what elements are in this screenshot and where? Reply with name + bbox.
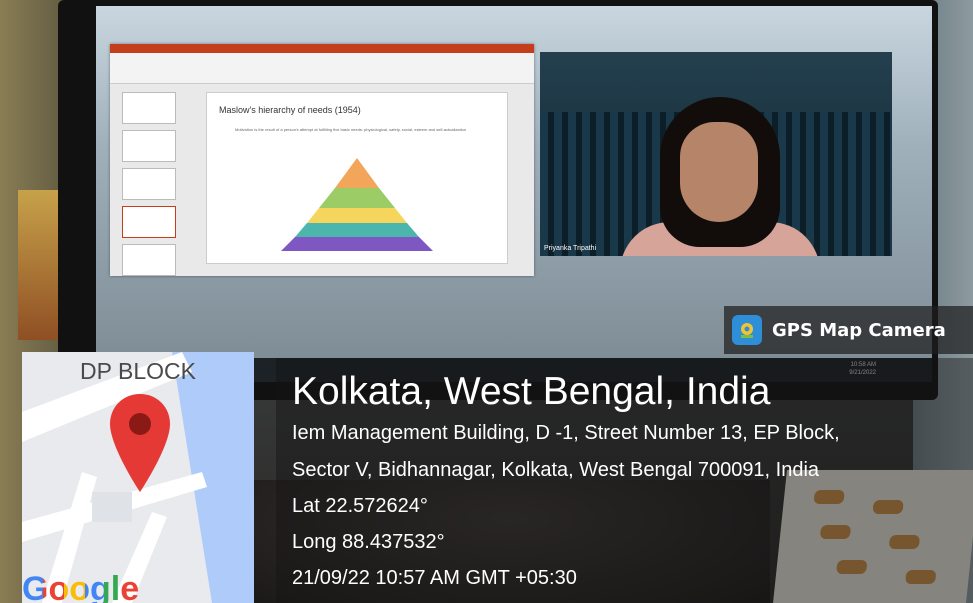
gps-badge-label: GPS Map Camera <box>772 319 946 341</box>
slide-canvas: Maslow's hierarchy of needs (1954) Motiv… <box>206 92 508 264</box>
maslow-pyramid <box>281 158 433 251</box>
presentation-ribbon <box>110 53 534 84</box>
address-line-2: Sector V, Bidhannagar, Kolkata, West Ben… <box>292 459 820 481</box>
map-thumbnail: DP BLOCK Google <box>22 352 254 603</box>
google-logo-text: Google <box>22 570 139 603</box>
map-pin-icon <box>110 394 170 492</box>
gps-camera-logo-icon <box>732 315 762 345</box>
video-call-window: Priyanka Tripathi <box>540 52 892 256</box>
map-area-label: DP BLOCK <box>80 358 196 384</box>
gps-map-camera-badge: GPS Map Camera <box>724 306 973 354</box>
slide-thumbnail <box>122 244 176 276</box>
location-city: Kolkata, West Bengal, India <box>292 370 771 413</box>
slide-bullet: Motivation is the result of a person's a… <box>235 127 467 132</box>
slide-thumbnail <box>122 130 176 162</box>
presentation-window: Maslow's hierarchy of needs (1954) Motiv… <box>110 44 534 276</box>
google-logo: Google <box>22 570 139 603</box>
slide-heading: Maslow's hierarchy of needs (1954) <box>219 105 361 115</box>
timestamp: 21/09/22 10:57 AM GMT +05:30 <box>292 567 577 589</box>
longitude: Long 88.437532° <box>292 531 445 553</box>
slide-thumbnails <box>114 86 180 276</box>
slide-thumbnail <box>122 92 176 124</box>
participant-name: Priyanka Tripathi <box>544 245 597 252</box>
slide-thumbnail-selected <box>122 206 176 238</box>
latitude: Lat 22.572624° <box>292 495 428 517</box>
presentation-titlebar <box>110 44 534 53</box>
address-line-1: Iem Management Building, D -1, Street Nu… <box>292 422 840 444</box>
slide-thumbnail <box>122 168 176 200</box>
presenter-face <box>680 122 758 222</box>
